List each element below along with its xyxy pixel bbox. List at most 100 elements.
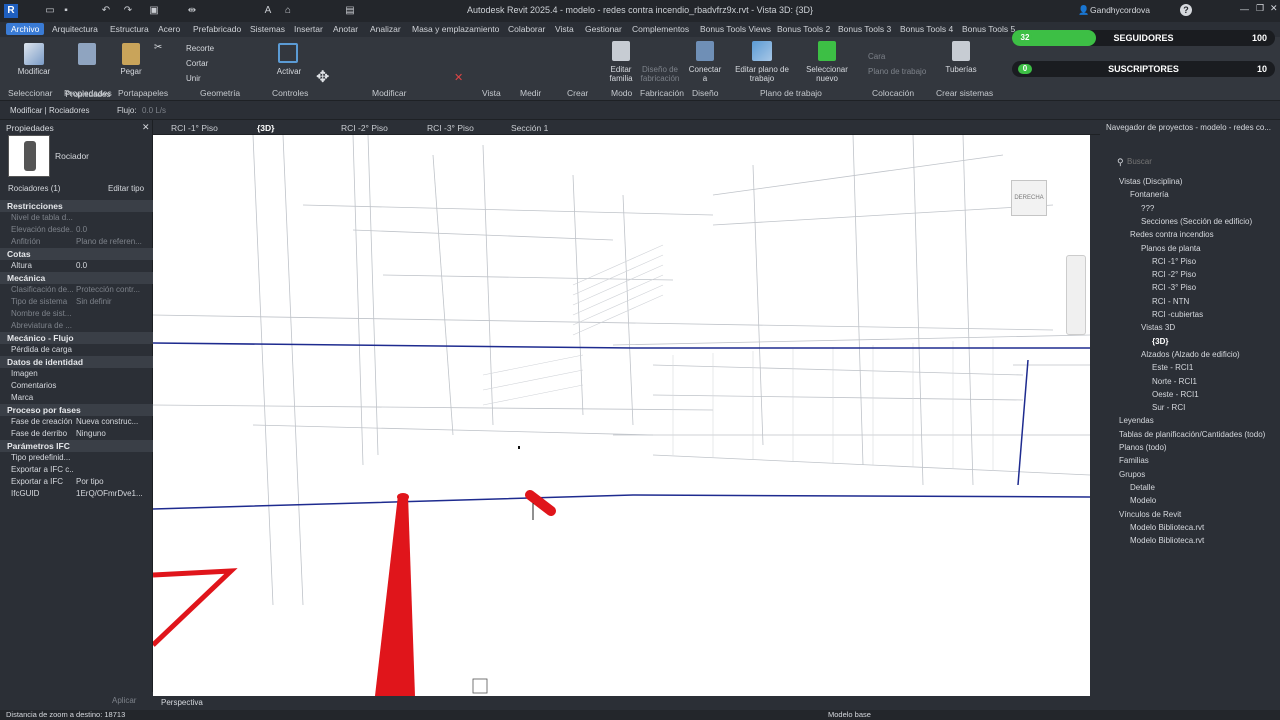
property-value[interactable]: 0.0	[76, 224, 148, 236]
property-row[interactable]: Anfitrión Plano de referen...	[0, 236, 153, 248]
recorte-button[interactable]: Recorte	[186, 44, 214, 53]
browser-node[interactable]: Planos de planta	[1141, 243, 1201, 254]
ribbon-group-label[interactable]: Portapapeles	[118, 88, 168, 98]
type-selector[interactable]: Rociadores (1)	[8, 184, 60, 193]
ribbon-group-label[interactable]: Crear	[567, 88, 588, 98]
ribbon-group-label[interactable]: Controles	[272, 88, 308, 98]
property-section-header[interactable]: Mecánico - Flujo	[0, 332, 153, 344]
ribbon-group-label[interactable]: Seleccionar	[8, 88, 52, 98]
browser-node[interactable]: Redes contra incendios	[1130, 229, 1214, 240]
activate-icon[interactable]	[278, 43, 298, 63]
select-new-icon[interactable]	[818, 41, 836, 61]
property-row[interactable]: Exportar a IFC Por tipo	[0, 476, 153, 488]
ribbon-tab[interactable]: Acero	[158, 24, 180, 34]
property-row[interactable]: IfcGUID 1ErQ/OFmrDve1...	[0, 488, 153, 500]
flow-value[interactable]: 0.0 L/s	[142, 106, 166, 115]
ribbon-tab[interactable]: Colaborar	[508, 24, 545, 34]
close-icon[interactable]: ✕	[1270, 3, 1278, 14]
browser-node[interactable]: Familias	[1119, 455, 1149, 466]
ribbon-tab[interactable]: Archivo	[6, 23, 45, 35]
browser-search-input[interactable]	[1127, 155, 1277, 167]
property-row[interactable]: Pérdida de carga	[0, 344, 153, 356]
browser-node[interactable]: ???	[1141, 203, 1154, 214]
navigation-bar[interactable]	[1066, 255, 1086, 335]
browser-node[interactable]: Este - RCI1	[1152, 362, 1193, 373]
edit-family-icon[interactable]	[612, 41, 630, 61]
browser-node[interactable]: Vínculos de Revit	[1119, 509, 1181, 520]
ribbon-tab[interactable]: Complementos	[632, 24, 689, 34]
help-icon[interactable]: ?	[1180, 4, 1192, 16]
pipes-button[interactable]: Tuberías	[942, 65, 980, 74]
paste-icon[interactable]	[122, 43, 140, 65]
ribbon-tab[interactable]: Masa y emplazamiento	[412, 24, 499, 34]
browser-node[interactable]: Modelo	[1130, 495, 1156, 506]
edit-family-button[interactable]: Editar familia	[606, 65, 636, 83]
ribbon-tab[interactable]: Sistemas	[250, 24, 285, 34]
restore-icon[interactable]: ❐	[1256, 3, 1264, 14]
apply-button[interactable]: Aplicar	[112, 696, 136, 705]
ribbon-tab[interactable]: Bonus Tools 2	[777, 24, 830, 34]
ribbon-tab[interactable]: Vista	[555, 24, 574, 34]
ribbon-group-label[interactable]: Geometría	[200, 88, 240, 98]
minimize-icon[interactable]: —	[1240, 4, 1249, 14]
browser-node[interactable]: Tablas de planificación/Cantidades (todo…	[1119, 429, 1265, 440]
browser-node[interactable]: Grupos	[1119, 469, 1145, 480]
property-row[interactable]: Clasificación de... Protección contr...	[0, 284, 153, 296]
property-value[interactable]: 1ErQ/OFmrDve1...	[76, 488, 148, 500]
perspective-mode[interactable]: Perspectiva	[161, 698, 203, 707]
model-status[interactable]: Modelo base	[828, 710, 871, 719]
browser-node[interactable]: Fontanería	[1130, 189, 1169, 200]
ribbon-tab[interactable]: Bonus Tools 5	[962, 24, 1015, 34]
browser-node[interactable]: RCI - NTN	[1152, 296, 1189, 307]
ribbon-tab[interactable]: Bonus Tools 3	[838, 24, 891, 34]
paste-button[interactable]: Pegar	[116, 67, 146, 76]
view-tab[interactable]: {3D}	[257, 123, 274, 133]
browser-node[interactable]: Secciones (Sección de edificio)	[1141, 216, 1252, 227]
property-row[interactable]: Elevación desde... 0.0	[0, 224, 153, 236]
property-section-header[interactable]: Restricciones	[0, 200, 153, 212]
property-value[interactable]: Plano de referen...	[76, 236, 148, 248]
activate-button[interactable]: Activar	[272, 67, 306, 76]
ribbon-group-label[interactable]: Modo	[611, 88, 632, 98]
browser-node[interactable]: Sur - RCI	[1152, 402, 1185, 413]
ribbon-tab[interactable]: Bonus Tools Views	[700, 24, 771, 34]
browser-node[interactable]: Vistas 3D	[1141, 322, 1175, 333]
cortar-button[interactable]: Cortar	[186, 59, 208, 68]
ribbon-group-label[interactable]: Fabricación	[640, 88, 684, 98]
ribbon-group-label[interactable]: Colocación	[872, 88, 914, 98]
ribbon-tab[interactable]: Arquitectura	[52, 24, 98, 34]
browser-node[interactable]: Detalle	[1130, 482, 1155, 493]
ribbon-tab[interactable]: Analizar	[370, 24, 401, 34]
view-tab[interactable]: RCI -3° Piso	[427, 123, 474, 133]
user-icon[interactable]: 👤	[1078, 5, 1089, 16]
ribbon-tab[interactable]: Prefabricado	[193, 24, 241, 34]
properties-close-icon[interactable]: ✕	[142, 122, 150, 133]
ribbon-group-label[interactable]: Diseño	[692, 88, 718, 98]
property-row[interactable]: Tipo de sistema Sin definir	[0, 296, 153, 308]
browser-node[interactable]: Modelo Biblioteca.rvt	[1130, 535, 1204, 546]
property-value[interactable]: Sin definir	[76, 296, 148, 308]
property-section-header[interactable]: Mecánica	[0, 272, 153, 284]
unir-button[interactable]: Unir	[186, 74, 201, 83]
browser-node[interactable]: {3D}	[1152, 336, 1168, 347]
ribbon-tab[interactable]: Gestionar	[585, 24, 622, 34]
properties-icon[interactable]	[78, 43, 96, 65]
workplane-placement-button[interactable]: Plano de trabajo	[868, 67, 926, 76]
property-row[interactable]: Exportar a IFC c...	[0, 464, 153, 476]
property-row[interactable]: Comentarios	[0, 380, 153, 392]
ribbon-group-label[interactable]: Medir	[520, 88, 541, 98]
property-row[interactable]: Abreviatura de ...	[0, 320, 153, 332]
view-tab[interactable]: RCI -1° Piso	[171, 123, 218, 133]
ribbon-tab[interactable]: Anotar	[333, 24, 358, 34]
property-row[interactable]: Fase de derribo Ninguno	[0, 428, 153, 440]
property-value[interactable]: Ninguno	[76, 428, 148, 440]
viewcube[interactable]: DERECHA	[1011, 180, 1047, 216]
property-section-header[interactable]: Parámetros IFC	[0, 440, 153, 452]
ribbon-tab[interactable]: Estructura	[110, 24, 149, 34]
ribbon-group-label[interactable]: Modificar	[372, 88, 406, 98]
browser-node[interactable]: Modelo Biblioteca.rvt	[1130, 522, 1204, 533]
browser-node[interactable]: RCI -3° Piso	[1152, 282, 1196, 293]
edit-workplane-button[interactable]: Editar plano de trabajo	[730, 65, 794, 83]
modify-button[interactable]: Modificar	[14, 67, 54, 76]
property-row[interactable]: Fase de creación Nueva construc...	[0, 416, 153, 428]
